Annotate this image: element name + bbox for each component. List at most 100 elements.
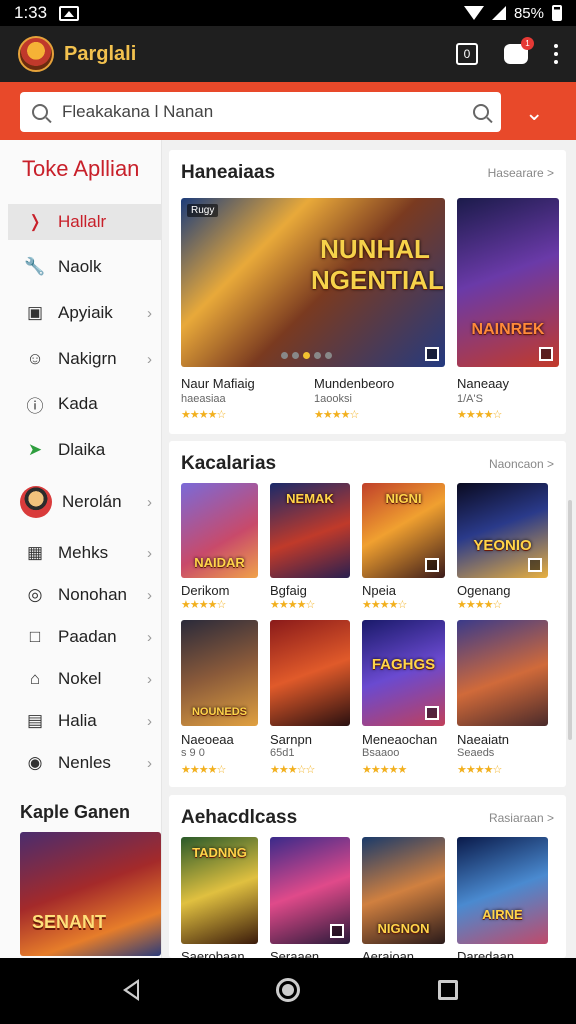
game-thumbnail[interactable]: NIGNON (362, 837, 445, 944)
game-thumbnail[interactable]: FAGHGS (362, 620, 445, 726)
game-name[interactable]: Daredaan (457, 949, 514, 958)
chevron-right-icon: › (147, 544, 152, 562)
avatar (20, 486, 52, 518)
badge-icon (425, 558, 439, 572)
sidebar-item-8[interactable]: ◎ Nonohan › (8, 577, 162, 613)
game-thumbnail[interactable]: NOUNEDS (181, 620, 258, 726)
game-thumbnail[interactable]: NEMAK (270, 483, 350, 578)
sidebar-item-label: Mehks (58, 543, 109, 562)
game-name[interactable]: Aeraioan (362, 949, 414, 958)
thumbnail-caption: NOUNEDS (191, 706, 247, 718)
game-name[interactable]: Mundenbeoro (314, 376, 394, 391)
chat-icon[interactable]: 1 (504, 37, 534, 64)
rating-stars: ★★★★★ (362, 764, 407, 776)
signal-icon (491, 6, 506, 20)
clock: 1:33 (14, 3, 48, 22)
rating-stars: ★★★★☆ (457, 764, 502, 776)
game-thumbnail[interactable] (457, 620, 548, 726)
game-name[interactable]: Npeia (362, 583, 396, 598)
see-more-link[interactable]: Naoncaon > (489, 457, 554, 471)
badge-icon (425, 706, 439, 720)
game-thumbnail[interactable]: AIRNE (457, 837, 548, 944)
sidebar-item-label: Nokel (58, 669, 102, 688)
side-banner[interactable]: NAINREK (457, 198, 559, 367)
game-name[interactable]: Naneaay (457, 376, 509, 391)
chevron-right-icon: › (147, 493, 152, 511)
library-icon[interactable]: 0 (456, 43, 478, 65)
badge-icon (539, 347, 553, 361)
game-name[interactable]: Naeaiatn (457, 732, 509, 747)
sidebar-item-label: Nenles (58, 753, 111, 772)
see-more-link[interactable]: Rasiaraan > (489, 811, 554, 825)
sidebar-item-1[interactable]: 🔧 Naolk (8, 249, 162, 285)
rating-stars: ★★★☆☆ (270, 764, 315, 776)
carousel-dots[interactable] (281, 352, 332, 359)
sidebar-item-10[interactable]: ⌂ Nokel › (8, 661, 162, 697)
search-band: Fleakakana l Nanan ⌄ (0, 82, 576, 140)
game-sub: s 9 0 (181, 747, 205, 759)
sidebar-item-label: Hallalr (58, 212, 107, 231)
search-submit-icon[interactable] (473, 104, 489, 120)
calendar-icon: ▦ (26, 543, 44, 562)
page-icon: □ (29, 627, 41, 646)
sidebar-item-3[interactable]: ☺ Nakigrn › (8, 341, 162, 377)
game-name[interactable]: Bgfaig (270, 583, 307, 598)
rating-stars: ★★★★☆ (362, 599, 407, 611)
sidebar: Toke Apllian ❭ Hallalr 🔧 Naolk ▣ Apyiaik… (0, 140, 162, 958)
search-icon (32, 104, 48, 120)
thumbnail-caption: NIGNON (377, 921, 430, 936)
section-title: Kacalarias (181, 453, 277, 474)
sidebar-item-2[interactable]: ▣ Apyiaik › (8, 295, 162, 331)
chat-badge: 1 (521, 37, 534, 50)
scrollbar[interactable] (568, 500, 572, 740)
sidebar-item-11[interactable]: ▤ Halia › (8, 703, 162, 739)
game-thumbnail[interactable]: NAIDAR (181, 483, 258, 578)
chevron-right-icon: › (147, 628, 152, 646)
game-name[interactable]: Derikom (181, 583, 229, 598)
promo-banner[interactable]: SENANT (20, 832, 161, 956)
see-more-link[interactable]: Hasearare > (488, 166, 554, 180)
sidebar-item-5[interactable]: ➤ Dlaika (8, 432, 162, 468)
app-logo[interactable] (18, 36, 54, 72)
game-thumbnail[interactable] (270, 837, 350, 944)
more-vert-icon[interactable] (554, 44, 558, 64)
game-name[interactable]: Sarnpn (270, 732, 312, 747)
categories-section: Kacalarias Naoncaon > NAIDAR NEMAK NIGNI… (169, 441, 566, 787)
game-name[interactable]: Saerobaan (181, 949, 245, 958)
sidebar-item-7[interactable]: ▦ Mehks › (8, 535, 162, 571)
sidebar-item-label: Nonohan (58, 585, 128, 604)
game-name[interactable]: Ogenang (457, 583, 511, 598)
game-thumbnail[interactable]: YEONIO (457, 483, 548, 578)
game-thumbnail[interactable] (270, 620, 350, 726)
game-thumbnail[interactable]: NIGNI (362, 483, 445, 578)
wifi-icon (463, 6, 484, 20)
game-name[interactable]: Naeoeaa (181, 732, 234, 747)
rating-stars: ★★★★☆ (314, 409, 359, 421)
sidebar-item-label: Kada (58, 394, 98, 413)
rating-stars: ★★★★☆ (181, 599, 226, 611)
badge-icon (425, 347, 439, 361)
hero-banner[interactable]: Rugy NUNHAL NGENTIAL (181, 198, 445, 367)
chevron-down-icon[interactable]: ⌄ (525, 100, 543, 126)
game-name[interactable]: Naur Mafiaig (181, 376, 255, 391)
bag-icon: ▣ (26, 303, 44, 322)
search-value: Fleakakana l Nanan (62, 102, 214, 121)
home-button-icon[interactable] (276, 978, 300, 1002)
thumbnail-caption: TADNNG (192, 845, 247, 860)
game-name[interactable]: Meneaochan (362, 732, 437, 747)
rating-stars: ★★★★☆ (457, 409, 502, 421)
sidebar-item-9[interactable]: □ Paadan › (8, 619, 162, 655)
game-sub: 65d1 (270, 747, 295, 759)
sidebar-item-label: Nakigrn (58, 349, 117, 368)
game-name[interactable]: Seraaen (270, 949, 319, 958)
sidebar-item-12[interactable]: ◉ Nenles › (8, 745, 162, 781)
sidebar-item-4[interactable]: ⓘ Kada (8, 386, 162, 422)
sidebar-item-6[interactable]: Nerolán › (8, 482, 162, 522)
search-input[interactable]: Fleakakana l Nanan (20, 92, 501, 132)
recents-icon[interactable] (438, 980, 458, 1000)
back-icon[interactable] (123, 979, 139, 1001)
status-bar: 1:33 85% (0, 0, 576, 26)
game-thumbnail[interactable]: TADNNG (181, 837, 258, 944)
app-bar: Parglali 0 1 (0, 26, 576, 82)
sidebar-item-0[interactable]: ❭ Hallalr (8, 204, 162, 240)
